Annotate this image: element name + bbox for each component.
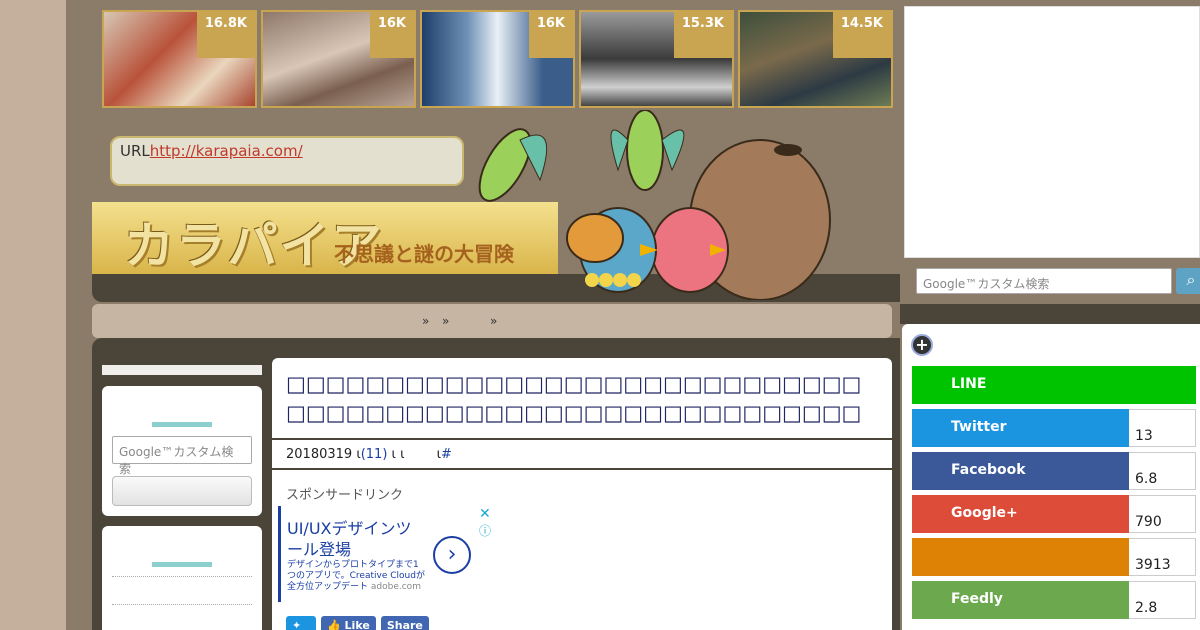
- sns-googleplus[interactable]: Google+ 790: [912, 495, 1196, 533]
- thumb-fantasy[interactable]: 14.5K: [738, 10, 893, 108]
- search-icon[interactable]: ⌕: [1176, 268, 1200, 294]
- article-title: □□□□□□□□□□□□□□□□□□□□□□□□□□□□□□□□□□□□□□□□…: [286, 372, 862, 425]
- breadcrumb-sep: »: [422, 314, 430, 328]
- facebook-like-button[interactable]: 👍 Like: [321, 616, 376, 630]
- sns-line[interactable]: LINE: [912, 366, 1196, 404]
- right-ad-frame[interactable]: [904, 6, 1200, 258]
- sns-count: 790: [1129, 495, 1196, 533]
- sns-count: 6.8: [1129, 452, 1196, 490]
- view-count-badge: 16K: [369, 12, 414, 58]
- view-count-badge: 15.3K: [673, 12, 732, 58]
- view-count-badge: 16.8K: [196, 12, 255, 58]
- thumb-forest[interactable]: 15.3K: [579, 10, 734, 108]
- accent-bar: [152, 422, 212, 427]
- sidebar-list-box: [102, 526, 262, 630]
- list-divider: [112, 576, 252, 577]
- breadcrumb-sep: »: [490, 314, 498, 328]
- breadcrumb-sep: »: [442, 314, 450, 328]
- popular-thumbnails: 16.8K 16K 16K 15.3K 14.5K: [102, 10, 893, 108]
- sns-facebook[interactable]: Facebook 6.8: [912, 452, 1196, 490]
- comments-link[interactable]: (11): [361, 447, 388, 462]
- facebook-share-button[interactable]: Share: [380, 616, 429, 630]
- plus-icon[interactable]: +: [911, 334, 933, 356]
- site-url-bubble: URLhttp://karapaia.com/: [110, 136, 464, 186]
- sns-label: Twitter: [912, 409, 1129, 447]
- like-label: Like: [344, 619, 370, 630]
- ad-info-icon[interactable]: ⓘ: [479, 522, 491, 539]
- twitter-bird-icon: ✦: [292, 619, 302, 630]
- sns-label: LINE: [912, 366, 1196, 404]
- sns-label: [912, 538, 1129, 576]
- list-divider: [112, 604, 252, 605]
- article: □□□□□□□□□□□□□□□□□□□□□□□□□□□□□□□□□□□□□□□□…: [272, 358, 892, 630]
- accent-bar: [152, 562, 212, 567]
- sns-count: 13: [1129, 409, 1196, 447]
- right-search-input[interactable]: Google™カスタム検索: [916, 268, 1172, 294]
- ad-arrow-icon[interactable]: ›: [433, 536, 471, 574]
- thumbs-up-icon: 👍: [327, 619, 341, 630]
- ad-title[interactable]: UI/UXデザインツール登場: [287, 518, 417, 560]
- sponsor-label: スポンサードリンク: [286, 488, 404, 503]
- sidebar-search-input[interactable]: Google™カスタム検索: [112, 436, 252, 476]
- hash-link[interactable]: #: [441, 447, 452, 462]
- tweet-button[interactable]: ✦: [286, 616, 316, 630]
- sns-twitter[interactable]: Twitter 13: [912, 409, 1196, 447]
- ad-close-icon[interactable]: ✕: [479, 506, 491, 522]
- sns-label: Google+: [912, 495, 1129, 533]
- thumb-sparrows[interactable]: 16K: [261, 10, 416, 108]
- mascot-illustration: [478, 110, 831, 300]
- site-url-link[interactable]: http://karapaia.com/: [150, 142, 303, 160]
- sidebar-search-button[interactable]: [112, 476, 252, 506]
- thumb-lighthouse[interactable]: 16K: [420, 10, 575, 108]
- article-date: 20180319: [286, 447, 353, 462]
- sns-count: 3913: [1129, 538, 1196, 576]
- sidebar-search-box: Google™カスタム検索: [102, 386, 262, 516]
- sidebar-top-bar: [102, 365, 262, 375]
- meta-sep: ι ι: [391, 447, 405, 462]
- ad-body: デザインからプロトタイプまで1つのアプリで。Creative Cloudが全方位…: [287, 560, 427, 593]
- sns-count: 2.8: [1129, 581, 1196, 619]
- thumb-egypt[interactable]: 16.8K: [102, 10, 257, 108]
- view-count-badge: 16K: [528, 12, 573, 58]
- sns-label: Facebook: [912, 452, 1129, 490]
- article-meta: 20180319 ι(11) ι ι ι#: [272, 438, 892, 470]
- adobe-ad[interactable]: UI/UXデザインツール登場 デザインからプロトタイプまで1つのアプリで。Cre…: [278, 506, 491, 602]
- share-buttons: ✦ 👍 Like Share: [286, 616, 429, 630]
- sns-feedly[interactable]: Feedly 2.8: [912, 581, 1196, 619]
- sns-hatena[interactable]: 3913: [912, 538, 1196, 576]
- sns-label: Feedly: [912, 581, 1129, 619]
- view-count-badge: 14.5K: [832, 12, 891, 58]
- url-label: URL: [120, 142, 150, 160]
- ad-domain: adobe.com: [370, 582, 421, 592]
- left-background-stripe: [0, 0, 66, 630]
- breadcrumb: » » »: [92, 304, 892, 338]
- right-divider: [900, 304, 1200, 324]
